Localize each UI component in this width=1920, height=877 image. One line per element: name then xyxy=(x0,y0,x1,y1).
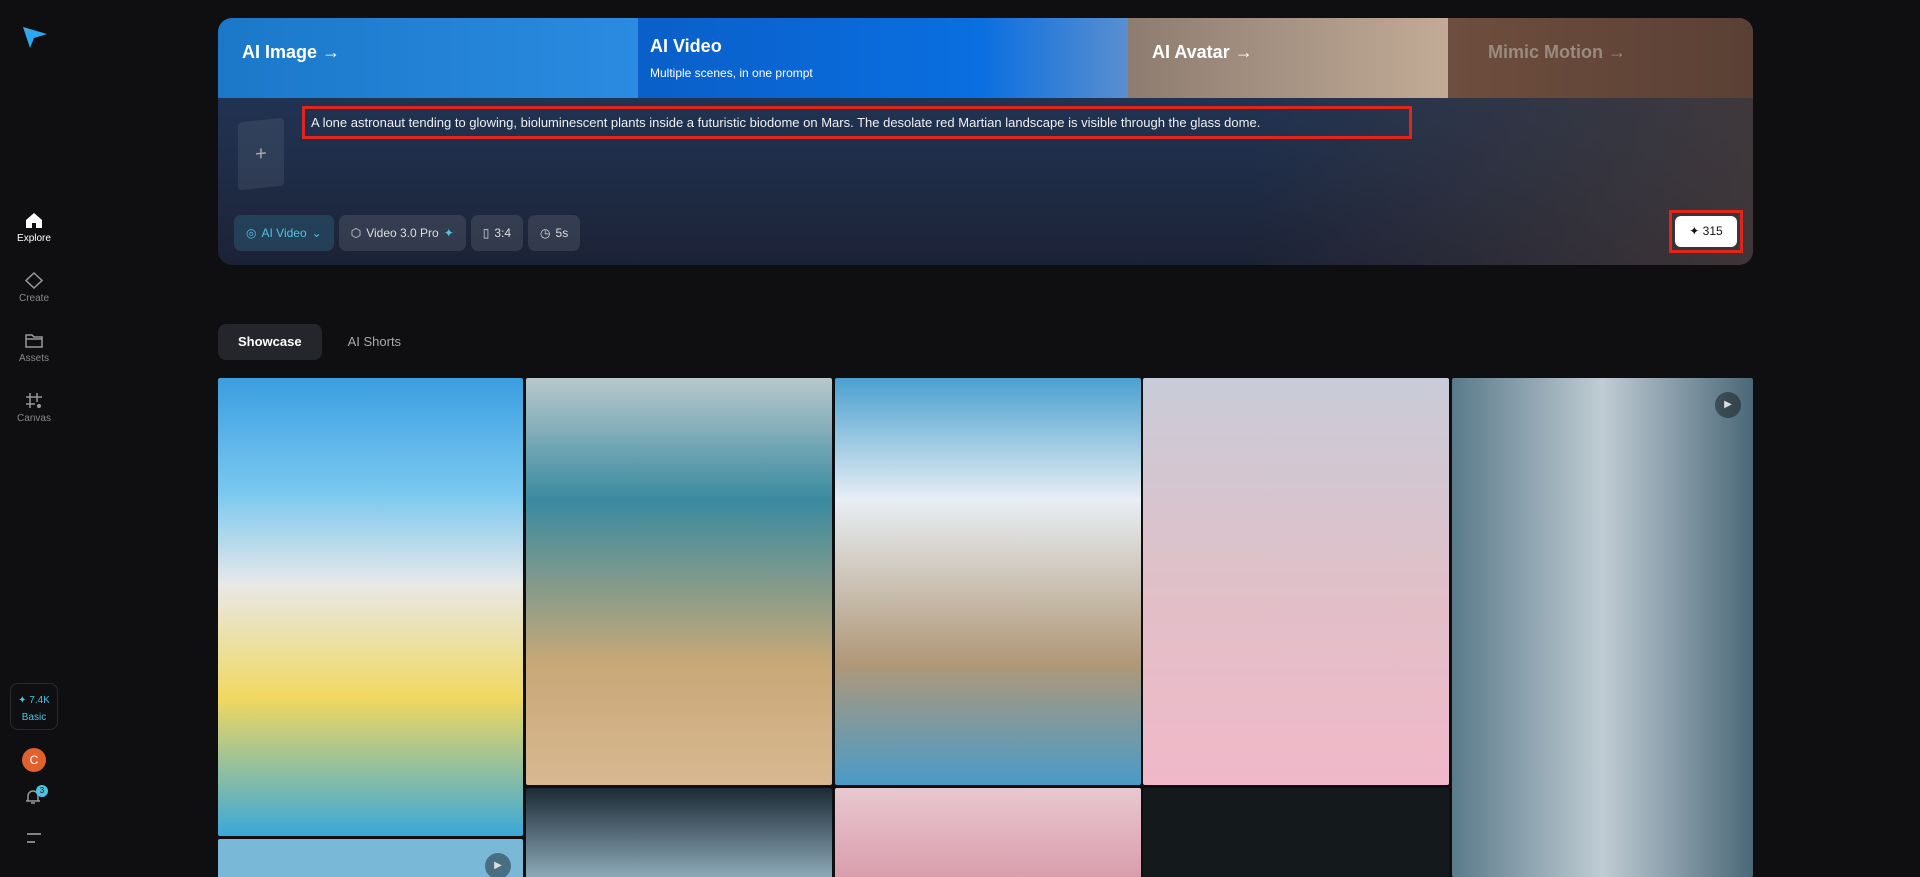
play-icon[interactable]: ▶ xyxy=(1715,392,1741,418)
duration-label: 5s xyxy=(555,226,569,240)
tab-label: AI Video xyxy=(650,36,722,56)
gallery-item-pink[interactable] xyxy=(835,788,1141,877)
prompt-panel: AI Image → AI Video Multiple scenes, in o… xyxy=(218,18,1753,265)
ratio-select[interactable]: ▯ 3:4 xyxy=(470,215,524,251)
sidebar-item-label: Canvas xyxy=(17,413,51,424)
gallery-item-metal-tulip[interactable]: ▶ xyxy=(1452,378,1753,877)
ratio-label: 3:4 xyxy=(494,226,512,240)
avatar[interactable]: C xyxy=(22,748,46,772)
tab-mimic-motion[interactable]: Mimic Motion → xyxy=(1448,18,1753,98)
chevron-down-icon: ⌄ xyxy=(311,226,322,240)
model-select[interactable]: ⬡ Video 3.0 Pro ✦ xyxy=(338,215,466,251)
gallery-item-cherry[interactable] xyxy=(1143,378,1449,785)
tab-ai-image[interactable]: AI Image → xyxy=(218,18,638,98)
sidebar-item-label: Explore xyxy=(17,233,51,244)
menu-icon[interactable] xyxy=(26,832,42,844)
generate-button[interactable]: ✦ 315 xyxy=(1669,210,1743,253)
play-icon[interactable]: ▶ xyxy=(485,853,511,877)
folder-icon xyxy=(25,334,43,348)
gallery-item[interactable]: ▶ xyxy=(218,839,523,877)
canvas-icon xyxy=(26,393,42,408)
plan-label: Basic xyxy=(21,712,47,723)
tab-ai-avatar[interactable]: AI Avatar → xyxy=(1128,18,1448,98)
tab-showcase[interactable]: Showcase xyxy=(218,324,322,360)
model-label: Video 3.0 Pro xyxy=(366,226,439,240)
sidebar-item-explore[interactable]: Explore xyxy=(0,212,68,244)
credits-badge[interactable]: ✦ 7.4K Basic xyxy=(10,683,58,730)
tab-subtitle: Multiple scenes, in one prompt xyxy=(650,66,813,80)
notification-badge: 3 xyxy=(36,785,48,797)
tab-label: AI Avatar → xyxy=(1152,42,1253,62)
sidebar-item-label: Create xyxy=(18,293,49,304)
tab-ai-shorts[interactable]: AI Shorts xyxy=(328,324,421,360)
prompt-input[interactable]: A lone astronaut tending to glowing, bio… xyxy=(302,106,1412,139)
gallery-item-cat-clouds[interactable] xyxy=(835,378,1141,785)
sidebar-item-label: Assets xyxy=(18,353,49,364)
tab-label: Mimic Motion → xyxy=(1488,42,1626,62)
diamond-icon xyxy=(25,272,43,289)
ratio-icon: ▯ xyxy=(482,226,490,240)
cube-icon: ⬡ xyxy=(350,226,362,240)
clock-icon: ◷ xyxy=(540,226,551,240)
upload-image-button[interactable]: + xyxy=(238,117,284,191)
tab-ai-video[interactable]: AI Video Multiple scenes, in one prompt xyxy=(638,18,1128,98)
gallery-tabs: Showcase AI Shorts xyxy=(218,324,421,360)
mode-label: AI Video xyxy=(261,226,307,240)
gallery-item-spider[interactable] xyxy=(526,788,832,877)
sparkle-icon: ✦ xyxy=(443,226,454,240)
sidebar: Explore Create Assets Canvas ✦ 7.4K Basic… xyxy=(0,0,68,877)
duration-select[interactable]: ◷ 5s xyxy=(528,215,581,251)
gallery-item-dark-forest[interactable] xyxy=(1143,788,1449,877)
feature-banner: AI Image → AI Video Multiple scenes, in o… xyxy=(218,18,1753,98)
showcase-grid: ▶ ▶ xyxy=(218,378,1753,877)
home-icon xyxy=(26,213,42,228)
credits-count: ✦ 7.4K xyxy=(18,695,50,706)
tab-label: AI Image → xyxy=(242,42,341,62)
video-icon: ◎ xyxy=(246,226,257,240)
gallery-item-cat-pool[interactable] xyxy=(218,378,523,836)
logo-icon[interactable] xyxy=(22,26,48,48)
mode-select[interactable]: ◎ AI Video ⌄ xyxy=(234,215,334,251)
sidebar-item-assets[interactable]: Assets xyxy=(0,332,68,364)
sidebar-item-canvas[interactable]: Canvas xyxy=(0,392,68,424)
sidebar-item-create[interactable]: Create xyxy=(0,272,68,304)
gallery-item-bottle-ship[interactable] xyxy=(526,378,832,785)
generate-label: ✦ 315 xyxy=(1675,216,1737,247)
